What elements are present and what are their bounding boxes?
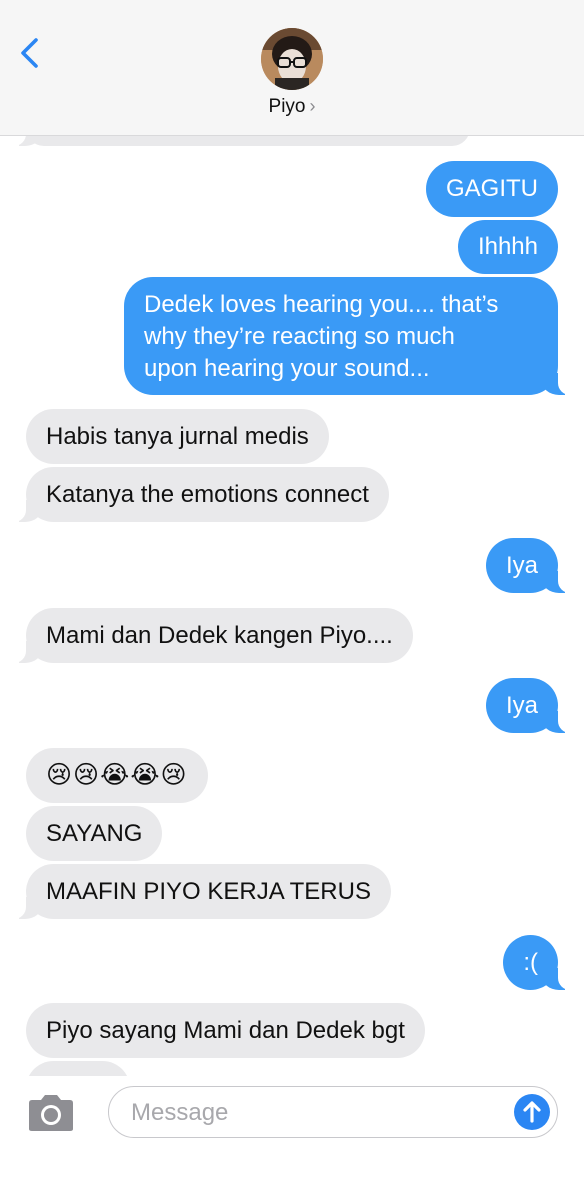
contact-name-button[interactable]: Piyo › bbox=[0, 96, 584, 118]
message-bubble-incoming[interactable]: Katanya the emotions connect bbox=[14, 467, 389, 522]
message-text: MAAFIN PIYO KERJA TERUS bbox=[46, 878, 371, 905]
message-text: GAGITU bbox=[445, 175, 538, 202]
message-bubble-outgoing[interactable]: :( bbox=[503, 935, 570, 990]
chevron-left-icon bbox=[21, 38, 38, 68]
message-input[interactable] bbox=[129, 1087, 503, 1138]
message-bubble-incoming[interactable]: Piyo sayang Mami dan Dedek bgt bbox=[26, 1003, 425, 1058]
camera-icon bbox=[29, 1095, 73, 1131]
message-text: Iya bbox=[505, 692, 538, 719]
message-bubble-outgoing[interactable]: GAGITU bbox=[425, 161, 558, 217]
message-text-line: why they’re reacting so much bbox=[144, 323, 455, 350]
message-text: Katanya the emotions connect bbox=[46, 481, 369, 508]
message-bubble-outgoing[interactable]: Ihhhh bbox=[457, 220, 558, 274]
message-text-line: upon hearing your sound... bbox=[144, 355, 430, 382]
contact-name: Piyo bbox=[268, 96, 306, 117]
message-bubble-incoming[interactable]: 😢😢😭😭😢 bbox=[26, 748, 208, 803]
message-text: Mami dan Dedek kangen Piyo.... bbox=[46, 622, 393, 649]
message-bubble-outgoing[interactable]: Iya bbox=[485, 538, 571, 593]
compose-bar bbox=[0, 1076, 584, 1200]
send-button[interactable] bbox=[514, 1094, 550, 1130]
message-text: Iya bbox=[505, 552, 538, 579]
message-text: SAYANG bbox=[46, 820, 143, 847]
camera-button[interactable] bbox=[26, 1093, 76, 1133]
message-bubble-outgoing[interactable]: Dedek loves hearing you.... that’s why t… bbox=[124, 277, 570, 395]
message-text: Piyo sayang Mami dan Dedek bgt bbox=[46, 1017, 405, 1044]
message-field[interactable] bbox=[108, 1086, 558, 1138]
arrow-up-icon bbox=[523, 1101, 541, 1123]
message-bubble-incoming[interactable]: Mami dan Dedek kangen Piyo.... bbox=[14, 608, 413, 663]
contact-avatar[interactable] bbox=[261, 28, 323, 90]
chevron-right-icon: › bbox=[309, 96, 316, 116]
message-bubble-incoming[interactable]: SAYANG bbox=[26, 806, 163, 861]
message-bubble-incoming[interactable]: MAAFIN PIYO KERJA TERUS bbox=[14, 864, 391, 919]
message-bubble-incoming[interactable]: Habis tanya jurnal medis bbox=[26, 409, 329, 464]
emoji-message-text: 😢😢😭😭😢 bbox=[46, 761, 188, 789]
avatar-photo bbox=[261, 28, 323, 90]
back-button[interactable] bbox=[14, 36, 48, 70]
message-text: Habis tanya jurnal medis bbox=[46, 423, 309, 450]
conversation-header: Piyo › bbox=[0, 0, 584, 136]
message-text: :( bbox=[523, 949, 538, 976]
message-text: Ihhhh bbox=[477, 233, 538, 260]
message-bubble-outgoing[interactable]: Iya bbox=[485, 678, 571, 733]
message-text-line: Dedek loves hearing you.... that’s bbox=[144, 291, 499, 318]
